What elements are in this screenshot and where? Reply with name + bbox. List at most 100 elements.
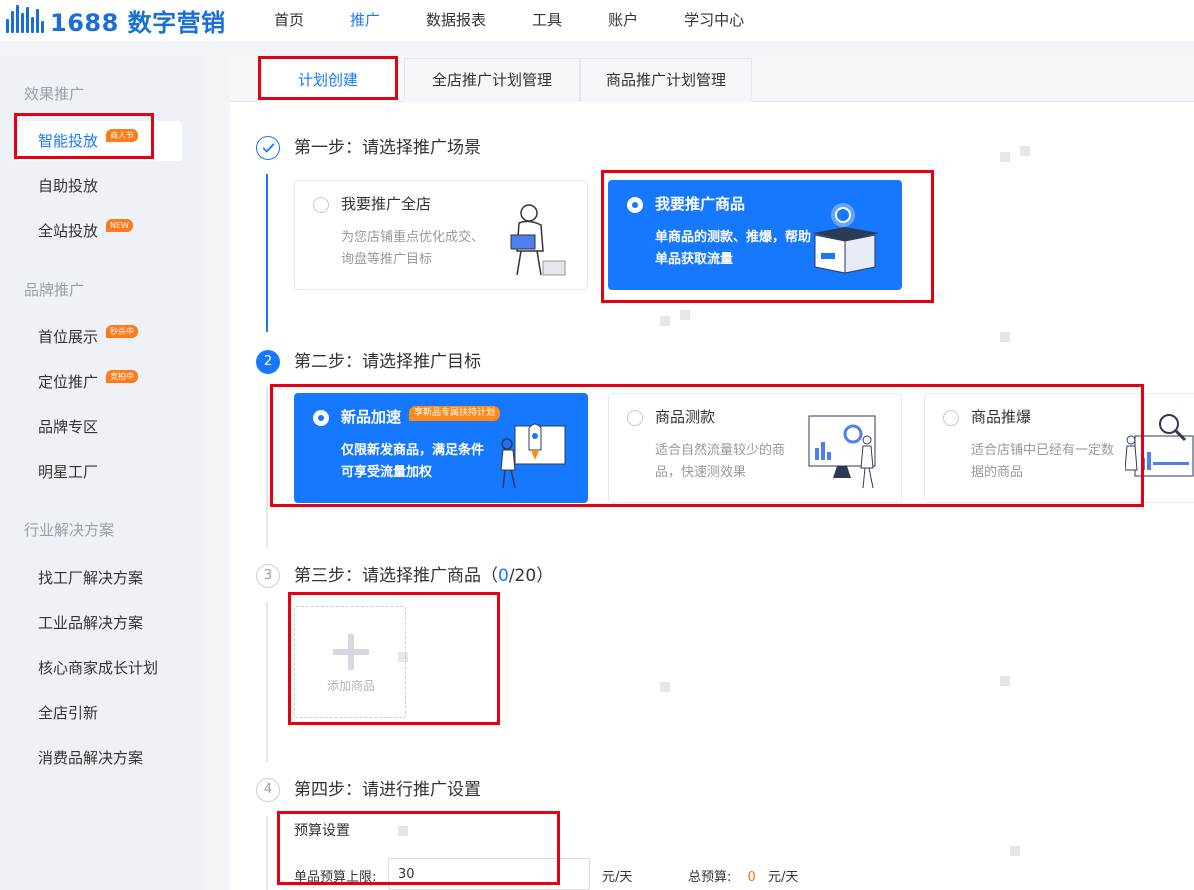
sidebar-item-label: 全店引新 (38, 704, 99, 722)
sidebar-item-label: 核心商家成长计划 (38, 659, 159, 677)
sidebar-badge: NEW (106, 219, 133, 232)
sidebar-item-label: 智能投放 (38, 132, 99, 150)
sidebar-item-star-factory[interactable]: 明星工厂 (14, 452, 182, 492)
sidebar-item-smart-delivery[interactable]: 智能投放 商人节 (14, 121, 182, 161)
card-desc: 适合自然流量较少的商品，快速测效果 (655, 443, 786, 480)
new-product-badge: 享新品专属扶持计划 (409, 406, 501, 421)
sidebar-item-industrial-solution[interactable]: 工业品解决方案 (14, 603, 182, 643)
sidebar-item-self-delivery[interactable]: 自助投放 (14, 166, 182, 206)
step1-check-icon (256, 136, 280, 160)
selected-count: 0 (498, 566, 509, 586)
sidebar-item-label: 品牌专区 (38, 418, 99, 436)
budget-settings-title: 预算设置 (294, 823, 350, 839)
watermark-blur (1000, 152, 1010, 162)
step1-connector (266, 174, 268, 332)
sidebar-item-consumer-solution[interactable]: 消费品解决方案 (14, 738, 182, 778)
sidebar-item-targeted-promo[interactable]: 定位推广 竞拍中 (14, 362, 182, 402)
add-product-label: 添加商品 (326, 679, 375, 693)
watermark-blur (1010, 846, 1020, 856)
card-title: 商品测款 (655, 408, 716, 426)
card-desc: 仅限新发商品，满足条件可享受流量加权 (341, 443, 485, 480)
total-budget-value: 0 (747, 870, 756, 885)
card-product-test[interactable]: 商品测款 适合自然流量较少的商品，快速测效果 (608, 393, 902, 503)
watermark-blur (398, 826, 408, 836)
radio-new-product-boost[interactable] (313, 410, 329, 426)
radio-promote-store[interactable] (313, 197, 329, 213)
sidebar-badge: 竞拍中 (106, 370, 138, 383)
watermark-blur (1000, 676, 1010, 686)
tab-plan-create[interactable]: 计划创建 (260, 58, 396, 103)
watermark-blur (1020, 146, 1030, 156)
sidebar-item-label: 找工厂解决方案 (38, 569, 144, 587)
product-box-illustration-icon (813, 203, 879, 274)
sidebar-item-site-delivery[interactable]: 全站投放 NEW (14, 211, 182, 251)
sidebar-item-merchant-growth[interactable]: 核心商家成长计划 (14, 648, 182, 688)
nav-learning-center[interactable]: 学习中心 (684, 0, 744, 42)
card-title: 我要推广商品 (655, 195, 746, 213)
sidebar-badge: 商人节 (106, 129, 138, 142)
add-product-button[interactable]: 添加商品 (294, 606, 406, 718)
radio-product-boost[interactable] (943, 410, 959, 426)
step4-title: 第四步：请进行推广设置 (294, 780, 481, 800)
sidebar-item-label: 全站投放 (38, 222, 99, 240)
card-new-product-boost[interactable]: 新品加速 享新品专属扶持计划 仅限新发商品，满足条件可享受流量加权 (294, 393, 588, 503)
logo[interactable]: 1688 数字营销 (6, 4, 226, 37)
person-laptop-illustration-icon (510, 204, 566, 276)
sidebar-group-effect: 效果推广 (24, 85, 85, 103)
sidebar-item-store-acquisition[interactable]: 全店引新 (14, 693, 182, 733)
step2-number-icon: 2 (256, 350, 280, 374)
tab-product-plan-manage[interactable]: 商品推广计划管理 (580, 58, 752, 102)
dashboard-analysis-illustration-icon (808, 415, 876, 489)
budget-limit-input[interactable] (388, 858, 590, 890)
nav-home[interactable]: 首页 (274, 0, 304, 42)
step3-number-icon: 3 (256, 564, 280, 588)
step3-connector (266, 602, 268, 762)
sidebar-group-brand: 品牌推广 (24, 281, 85, 299)
tab-store-plan-manage[interactable]: 全店推广计划管理 (404, 58, 580, 102)
watermark-blur (398, 652, 408, 662)
nav-tools[interactable]: 工具 (532, 0, 562, 42)
step1-title: 第一步：请选择推广场景 (294, 138, 481, 158)
sidebar-item-brand-zone[interactable]: 品牌专区 (14, 407, 182, 447)
nav-promotion[interactable]: 推广 (350, 0, 380, 42)
card-title: 我要推广全店 (341, 195, 432, 213)
tab-bar: 计划创建 全店推广计划管理 商品推广计划管理 (230, 56, 1194, 103)
nav-reports[interactable]: 数据报表 (426, 0, 486, 42)
card-promote-store[interactable]: 我要推广全店 为您店铺重点优化成交、询盘等推广目标 (294, 180, 588, 290)
watermark-blur (680, 310, 690, 320)
step2-title: 第二步：请选择推广目标 (294, 352, 481, 372)
radio-product-test[interactable] (627, 410, 643, 426)
sidebar-item-label: 明星工厂 (38, 463, 99, 481)
card-title: 新品加速 (341, 408, 402, 426)
sidebar-group-industry: 行业解决方案 (24, 521, 115, 539)
step3-title: 第三步：请选择推广商品（0/20） (294, 566, 554, 586)
main-nav: 首页 推广 数据报表 工具 账户 学习中心 (274, 0, 790, 42)
total-budget-label: 总预算: (688, 870, 732, 885)
card-desc: 单商品的测款、推爆，帮助单品获取流量 (655, 230, 812, 267)
sidebar-item-label: 定位推广 (38, 373, 99, 391)
watermark-blur (1000, 332, 1010, 342)
nav-account[interactable]: 账户 (608, 0, 638, 42)
logo-text: 1688 数字营销 (50, 8, 226, 37)
step4-connector (266, 816, 268, 890)
budget-limit-label: 单品预算上限: (294, 870, 377, 885)
total-budget: 总预算: 0 元/天 (688, 866, 798, 885)
sidebar-item-label: 消费品解决方案 (38, 749, 144, 767)
card-product-boost[interactable]: 商品推爆 适合店铺中已经有一定数据的商品 (924, 393, 1194, 503)
watermark-blur (660, 316, 670, 326)
sidebar-item-label: 工业品解决方案 (38, 614, 144, 632)
magnifier-chart-illustration-icon (1125, 414, 1194, 477)
sidebar-item-factory-solution[interactable]: 找工厂解决方案 (14, 558, 182, 598)
card-desc: 适合店铺中已经有一定数据的商品 (971, 443, 1115, 480)
top-navigation-bar: 1688 数字营销 首页 推广 数据报表 工具 账户 学习中心 (0, 0, 1194, 42)
card-desc: 为您店铺重点优化成交、询盘等推广目标 (341, 230, 485, 267)
sidebar: 效果推广 智能投放 商人节 自助投放 全站投放 NEW 品牌推广 首位展示 秒杀… (0, 56, 204, 890)
radio-promote-product[interactable] (627, 197, 643, 213)
plus-icon-vertical (348, 634, 354, 670)
sidebar-item-label: 首位展示 (38, 328, 99, 346)
sidebar-item-top-display[interactable]: 首位展示 秒杀中 (14, 317, 182, 357)
card-promote-product[interactable]: 我要推广商品 单商品的测款、推爆，帮助单品获取流量 (608, 180, 902, 290)
sidebar-item-label: 自助投放 (38, 177, 99, 195)
logo-bars-icon (6, 5, 44, 35)
step4-number-icon: 4 (256, 778, 280, 802)
